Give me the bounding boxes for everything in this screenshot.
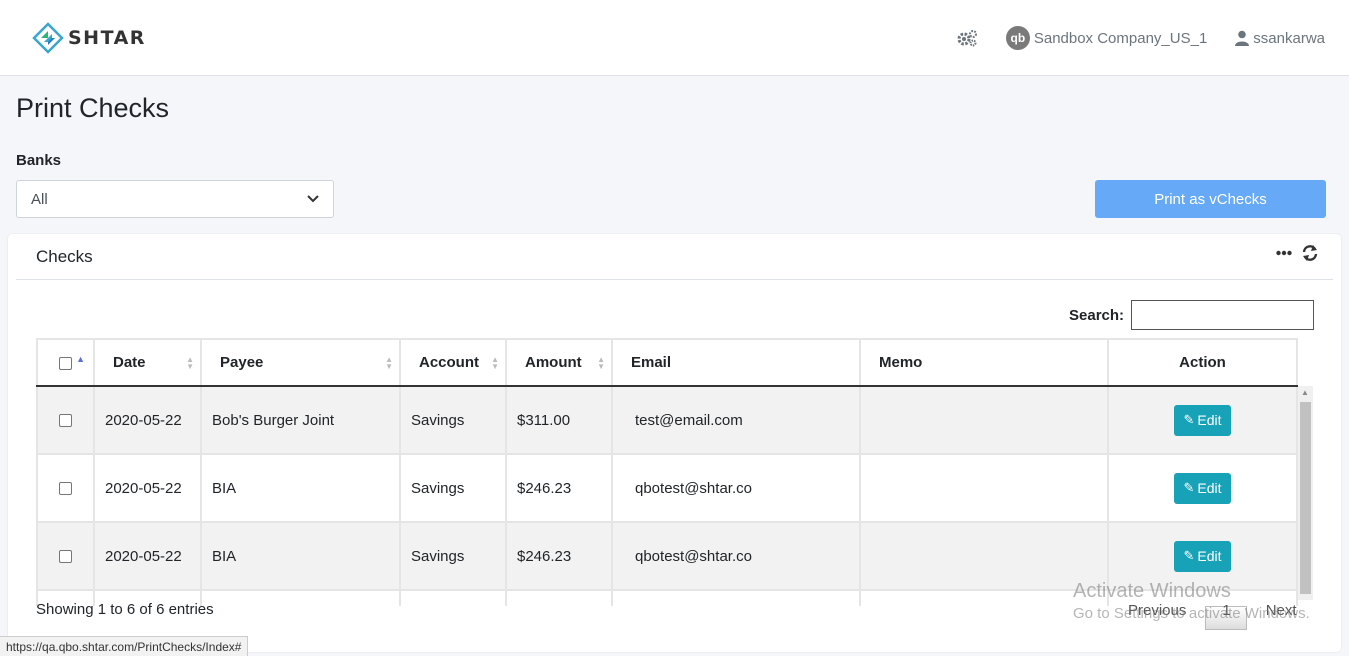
cell-payee: Bob's Burger Joint	[200, 385, 401, 455]
cell-date: 2020-05-22	[93, 453, 202, 523]
user-menu[interactable]: ssankarwa	[1235, 30, 1325, 47]
pencil-icon: ✎	[1183, 548, 1195, 563]
row-checkbox[interactable]	[59, 550, 72, 564]
pencil-icon: ✎	[1183, 412, 1195, 427]
cell-memo	[859, 385, 1109, 455]
scrollbar-thumb[interactable]	[1300, 402, 1311, 594]
user-name: ssankarwa	[1253, 29, 1325, 47]
sort-icon: ▲ ▼	[186, 355, 194, 371]
brand-name: SHTAR	[68, 27, 146, 49]
activate-windows-watermark: Activate Windows Go to Settings to activ…	[1073, 580, 1310, 622]
shtar-logo-icon	[32, 22, 64, 54]
cell-account: Savings	[399, 453, 507, 523]
select-all-checkbox[interactable]	[59, 356, 72, 370]
card-header: Checks	[16, 234, 1333, 280]
search-input[interactable]	[1131, 300, 1314, 330]
gears-icon	[957, 30, 977, 47]
row-checkbox[interactable]	[59, 482, 72, 496]
column-header-amount[interactable]: Amount ▲ ▼	[505, 338, 613, 387]
cell-account: Savings	[399, 521, 507, 591]
cell-memo	[859, 521, 1109, 591]
edit-button[interactable]: ✎ Edit	[1174, 540, 1231, 572]
column-header-account[interactable]: Account ▲ ▼	[399, 338, 507, 387]
refresh-icon[interactable]	[1301, 244, 1319, 262]
cell-payee: BIA	[200, 453, 401, 523]
company-switcher[interactable]: qb Sandbox Company_US_1	[1005, 26, 1208, 50]
brand-logo[interactable]: SHTAR	[32, 22, 146, 54]
cell-date: 2020-05-22	[93, 385, 202, 455]
sort-icon: ▲ ▼	[491, 355, 499, 371]
cell-payee: BIA	[200, 521, 401, 591]
watermark-subtitle: Go to Settings to activate Windows.	[1073, 605, 1310, 622]
edit-button[interactable]: ✎ Edit	[1174, 404, 1231, 436]
company-name: Sandbox Company_US_1	[1033, 29, 1208, 47]
more-options-icon[interactable]	[1276, 250, 1292, 256]
pencil-icon: ✎	[1183, 480, 1195, 495]
print-vchecks-button[interactable]: Print as vChecks	[1095, 180, 1326, 218]
page-title: Print Checks	[16, 93, 170, 123]
scroll-up-icon[interactable]: ▲	[1301, 388, 1309, 397]
column-header-payee[interactable]: Payee ▲ ▼	[200, 338, 401, 387]
cell-amount: $246.23	[505, 521, 613, 591]
card-title: Checks	[36, 247, 93, 266]
column-header-date[interactable]: Date ▲ ▼	[93, 338, 202, 387]
table-row: 2020-05-22 Bob's Burger Joint Savings $3…	[36, 385, 1298, 455]
row-checkbox[interactable]	[59, 414, 72, 428]
cell-date: 2020-05-22	[93, 521, 202, 591]
table-info: Showing 1 to 6 of 6 entries	[36, 601, 214, 618]
checks-table: ▲ Date ▲ ▼ Payee ▲ ▼ Account ▲ ▼ Amount ▲ ▼ Emai…	[36, 338, 1298, 606]
column-header-memo: Memo	[859, 338, 1109, 387]
sort-icon: ▲ ▼	[385, 355, 393, 371]
settings-button[interactable]	[956, 29, 978, 47]
cell-amount: $246.23	[505, 453, 613, 523]
sort-asc-icon: ▲	[76, 354, 85, 364]
quickbooks-icon: qb	[1005, 26, 1030, 50]
top-navbar: SHTAR qb Sandbox Company_US_1 ssankarwa	[0, 0, 1349, 76]
table-scrollbar[interactable]: ▲	[1298, 386, 1313, 600]
sort-icon: ▲ ▼	[597, 355, 605, 371]
select-all-header[interactable]: ▲	[36, 338, 95, 387]
cell-amount: $311.00	[505, 385, 613, 455]
column-header-email: Email	[611, 338, 861, 387]
edit-button[interactable]: ✎ Edit	[1174, 472, 1231, 504]
banks-label: Banks	[16, 152, 62, 169]
user-icon	[1235, 30, 1250, 46]
column-header-action: Action	[1107, 338, 1298, 387]
table-row: 2020-05-22 BIA Savings $246.23 qbotest@s…	[36, 453, 1298, 523]
checks-table-container: ▲ Date ▲ ▼ Payee ▲ ▼ Account ▲ ▼ Amount ▲ ▼ Emai…	[36, 338, 1325, 606]
cell-email: qbotest@shtar.co	[611, 453, 861, 523]
banks-select[interactable]: All	[16, 180, 334, 218]
table-header-row: ▲ Date ▲ ▼ Payee ▲ ▼ Account ▲ ▼ Amount ▲ ▼ Emai…	[36, 338, 1298, 387]
browser-status-url: https://qa.qbo.shtar.com/PrintChecks/Ind…	[0, 636, 249, 656]
cell-memo	[859, 453, 1109, 523]
chevron-down-icon	[307, 195, 319, 203]
cell-email: qbotest@shtar.co	[611, 521, 861, 591]
search-label: Search:	[1069, 307, 1125, 324]
banks-select-value: All	[31, 190, 48, 208]
watermark-title: Activate Windows	[1073, 580, 1231, 602]
cell-email: test@email.com	[611, 385, 861, 455]
cell-account: Savings	[399, 385, 507, 455]
